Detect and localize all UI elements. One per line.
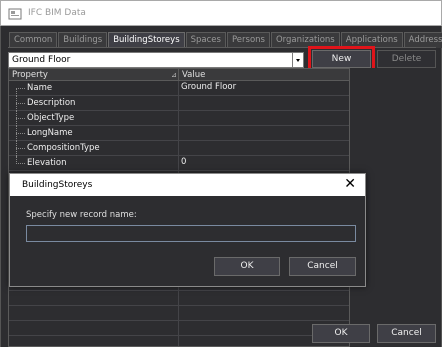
property-name: CompositionType	[27, 143, 100, 153]
table-row[interactable]: ObjectType	[9, 111, 349, 126]
tree-connector	[16, 163, 25, 164]
tree-connector	[16, 103, 25, 104]
grid-header: Property ⊿ Value	[9, 69, 349, 81]
table-row[interactable]: Elevation 0	[9, 156, 349, 171]
record-select-value: Ground Floor	[12, 55, 71, 65]
tab-buildings[interactable]: Buildings	[58, 32, 108, 48]
property-name: Elevation	[27, 158, 67, 168]
empty-row	[9, 321, 349, 336]
property-value[interactable]: Ground Floor	[181, 82, 236, 92]
app-icon	[8, 8, 22, 20]
empty-row	[9, 291, 349, 306]
tab-persons[interactable]: Persons	[226, 32, 270, 48]
property-name: Description	[27, 98, 76, 108]
tree-line	[16, 88, 17, 96]
window-titlebar: IFC BIM Data	[0, 0, 442, 26]
column-header-property[interactable]: Property	[12, 69, 48, 81]
table-row[interactable]: CompositionType	[9, 141, 349, 156]
column-header-value[interactable]: Value	[182, 69, 205, 81]
record-select[interactable]: Ground Floor	[8, 52, 304, 68]
record-name-input[interactable]	[26, 225, 356, 242]
property-name: ObjectType	[27, 113, 75, 123]
dialog-title: BuildingStoreys	[22, 180, 93, 190]
property-name: LongName	[27, 128, 73, 138]
close-icon[interactable]: ✕	[344, 177, 356, 191]
dialog-prompt: Specify new record name:	[26, 210, 137, 220]
ok-button[interactable]: OK	[312, 324, 370, 343]
empty-row	[9, 306, 349, 321]
column-separator[interactable]	[178, 69, 179, 81]
dialog-cancel-button[interactable]: Cancel	[289, 257, 356, 276]
tab-common[interactable]: Common	[9, 32, 58, 48]
tree-connector	[16, 133, 25, 134]
window-title: IFC BIM Data	[28, 8, 86, 18]
sort-icon: ⊿	[171, 71, 177, 79]
empty-row	[9, 336, 349, 347]
dialog-ok-button[interactable]: OK	[214, 257, 280, 276]
chevron-down-icon[interactable]	[292, 53, 303, 67]
tab-addresses[interactable]: Addresses	[403, 32, 442, 48]
tree-connector	[16, 88, 25, 89]
table-row[interactable]: Name Ground Floor	[9, 81, 349, 96]
new-record-dialog: BuildingStoreys ✕ Specify new record nam…	[9, 173, 366, 287]
tree-connector	[16, 148, 25, 149]
main-panel: Common Buildings BuildingStoreys Spaces …	[0, 26, 442, 347]
tab-buildingstoreys[interactable]: BuildingStoreys	[108, 32, 185, 48]
cancel-button[interactable]: Cancel	[377, 324, 436, 343]
tab-spaces[interactable]: Spaces	[185, 32, 226, 48]
property-name: Name	[27, 83, 53, 93]
tree-connector	[16, 118, 25, 119]
property-value[interactable]: 0	[181, 157, 186, 167]
table-row[interactable]: LongName	[9, 126, 349, 141]
tab-bar: Common Buildings BuildingStoreys Spaces …	[9, 32, 442, 48]
delete-button[interactable]: Delete	[377, 50, 436, 68]
table-row[interactable]: Description	[9, 96, 349, 111]
dialog-titlebar: BuildingStoreys ✕	[10, 174, 365, 196]
